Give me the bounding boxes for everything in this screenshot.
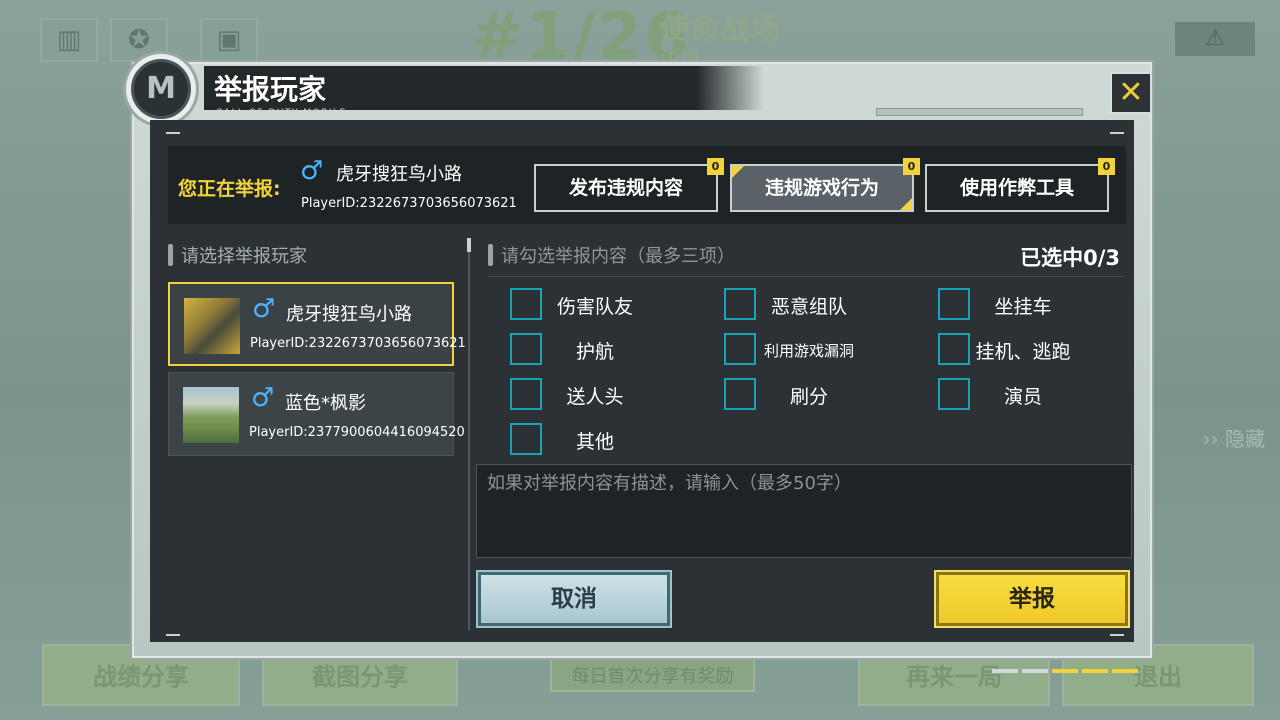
daily-reward-hint: 每日首次分享有奖励 — [550, 658, 755, 692]
reason-checkbox-malicious-team[interactable]: 恶意组队 — [724, 288, 924, 322]
reason-checkbox-escort[interactable]: 护航 — [510, 333, 710, 367]
active-corner-marker — [900, 198, 912, 210]
checkbox[interactable] — [510, 288, 542, 320]
checkbox[interactable] — [938, 288, 970, 320]
stats-icon: ▥ — [40, 18, 98, 62]
reason-checkbox-stat-padding[interactable]: 刷分 — [724, 378, 924, 412]
reason-label: 送人头 — [566, 386, 624, 408]
checkbox[interactable] — [510, 378, 542, 410]
close-button[interactable]: ✕ — [1110, 72, 1152, 114]
category-count-badge: 0 — [1098, 158, 1115, 175]
panel-divider — [467, 238, 471, 630]
reason-label: 挂机、逃跑 — [975, 341, 1071, 363]
section-marker — [168, 244, 173, 266]
reason-label: 其他 — [575, 431, 614, 453]
reason-checkbox-team-damage[interactable]: 伤害队友 — [510, 288, 710, 322]
reason-label: 刷分 — [789, 386, 828, 408]
male-gender-icon: ♂ — [251, 383, 275, 413]
reason-checkbox-other[interactable]: 其他 — [510, 423, 710, 457]
checkbox[interactable] — [724, 333, 756, 365]
reason-label: 护航 — [575, 341, 614, 363]
selected-count: 已选中0/3 — [1020, 246, 1120, 270]
reporting-label: 您正在举报: — [178, 178, 281, 200]
header-decoration-bar — [876, 108, 1083, 116]
reported-player-id: PlayerID:2322673703656073621 — [301, 196, 517, 211]
brand-subtitle: CALL OF DUTY MOBILE — [216, 108, 347, 118]
player-name: 虎牙搜狂鸟小路 — [286, 304, 412, 325]
corner-tick — [1110, 634, 1124, 636]
page-indicator — [988, 658, 1138, 673]
checkbox[interactable] — [724, 288, 756, 320]
player-id: PlayerID:2322673703656073621 — [250, 336, 466, 351]
checkbox[interactable] — [938, 378, 970, 410]
report-reasons-header: 请勾选举报内容（最多三项） 已选中0/3 — [488, 242, 1124, 272]
cancel-button[interactable]: 取消 — [476, 570, 672, 628]
category-tab-label: 发布违规内容 — [568, 177, 683, 199]
dialog-title: 举报玩家 — [214, 73, 327, 106]
page-dot — [1112, 669, 1138, 673]
male-gender-icon: ♂ — [252, 294, 276, 324]
corner-tick — [1110, 132, 1124, 134]
checkbox[interactable] — [510, 333, 542, 365]
avatar — [183, 387, 239, 443]
corner-tick — [166, 634, 180, 636]
category-tab-label: 使用作弊工具 — [959, 177, 1074, 199]
category-tab-cheating[interactable]: 使用作弊工具 0 — [925, 158, 1115, 212]
page-dot — [992, 669, 1018, 673]
checkbox[interactable] — [724, 378, 756, 410]
hide-button[interactable]: ›› 隐藏 — [1155, 420, 1265, 458]
category-tab-illegal-behavior[interactable]: 违规游戏行为 0 — [730, 158, 920, 212]
reason-checkbox-exploit[interactable]: 利用游戏漏洞 — [724, 333, 924, 367]
player-select-title: 请选择举报玩家 — [181, 246, 307, 267]
category-tab-label: 违规游戏行为 — [764, 177, 879, 199]
reason-label: 伤害队友 — [556, 296, 633, 318]
player-select-header: 请选择举报玩家 — [168, 242, 458, 272]
reason-checkbox-throwing[interactable]: 演员 — [938, 378, 1138, 412]
player-card[interactable]: ♂ 蓝色*枫影 PlayerID:2377900604416094520 — [168, 372, 465, 456]
cod-mobile-logo-icon: M — [131, 59, 191, 119]
reported-player-name: 虎牙搜狂鸟小路 — [336, 164, 462, 185]
reason-label: 利用游戏漏洞 — [763, 342, 854, 360]
section-marker — [488, 244, 493, 266]
report-reasons-title: 请勾选举报内容（最多三项） — [501, 246, 735, 267]
category-tab-illegal-content[interactable]: 发布违规内容 0 — [534, 158, 724, 212]
player-id: PlayerID:2377900604416094520 — [249, 425, 465, 440]
checkbox[interactable] — [510, 423, 542, 455]
header-divider — [488, 276, 1124, 277]
report-player-dialog: M 举报玩家 CALL OF DUTY MOBILE ✕ 您正在举报: ♂ 虎牙… — [126, 54, 1152, 673]
active-corner-marker — [732, 166, 744, 178]
corner-tick — [166, 132, 180, 134]
page-dot — [1052, 669, 1078, 673]
reason-label: 恶意组队 — [770, 296, 847, 318]
player-name: 蓝色*枫影 — [285, 393, 366, 414]
male-gender-icon: ♂ — [300, 156, 324, 186]
page-dot — [1082, 669, 1108, 673]
reason-checkbox-feeding[interactable]: 送人头 — [510, 378, 710, 412]
report-description-input[interactable] — [476, 464, 1132, 558]
warning-icon[interactable]: ⚠ — [1175, 22, 1255, 56]
category-count-badge: 0 — [903, 158, 920, 175]
reason-checkbox-ride-cheater[interactable]: 坐挂车 — [938, 288, 1138, 322]
clipboard-icon: ▣ — [200, 18, 258, 62]
player-card[interactable]: ♂ 虎牙搜狂鸟小路 PlayerID:2322673703656073621 — [168, 282, 466, 366]
page-dot — [1022, 669, 1048, 673]
checkbox[interactable] — [938, 333, 970, 365]
report-button[interactable]: 举报 — [934, 570, 1130, 628]
reason-label: 演员 — [1003, 386, 1042, 408]
reason-checkbox-afk[interactable]: 挂机、逃跑 — [938, 333, 1138, 367]
category-count-badge: 0 — [707, 158, 724, 175]
reporting-target-bar: 您正在举报: ♂ 虎牙搜狂鸟小路 PlayerID:23226737036560… — [168, 146, 1126, 224]
reason-label: 坐挂车 — [994, 296, 1052, 318]
avatar — [184, 298, 240, 354]
